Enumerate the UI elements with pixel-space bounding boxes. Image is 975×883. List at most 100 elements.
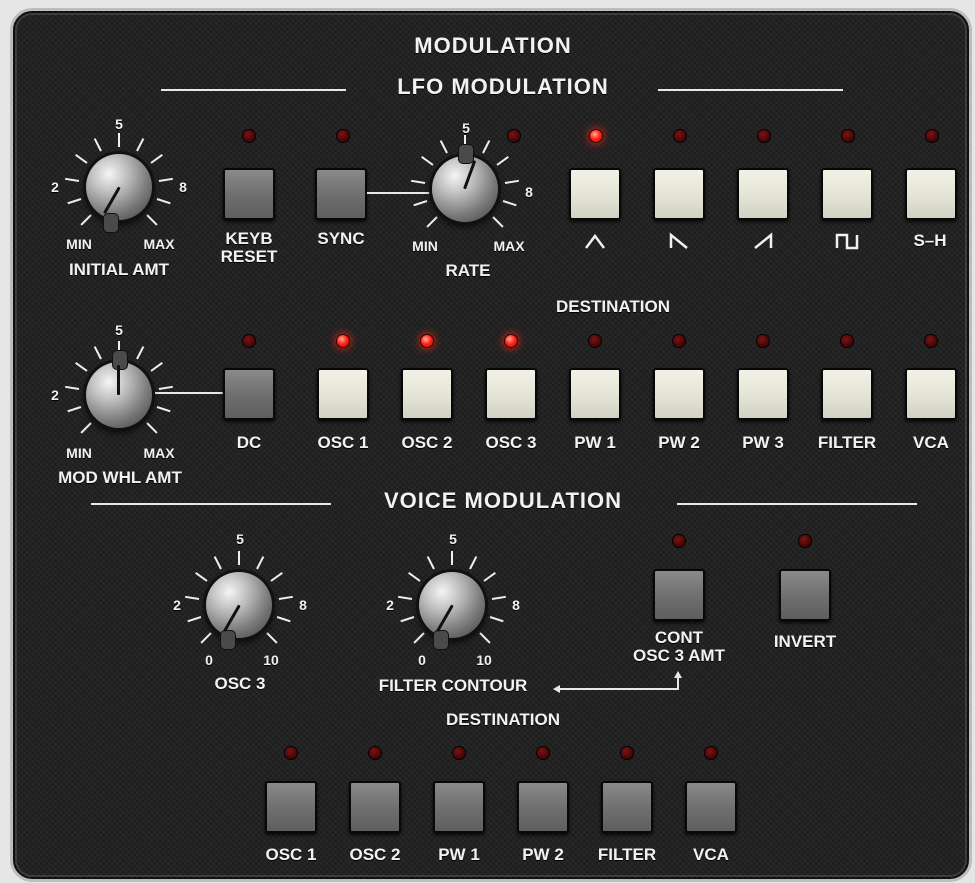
lfo-dest-filter-led xyxy=(841,335,853,347)
sh-label: S–H xyxy=(913,231,947,250)
cont-osc3-amt-button[interactable] xyxy=(653,569,705,621)
osc3-tick-mark xyxy=(200,632,212,644)
mod-whl-min: MIN xyxy=(66,445,92,461)
filter-contour-tick-mark xyxy=(483,572,497,583)
lfo-header-line-left xyxy=(161,89,346,91)
initial-amt-tick-mark xyxy=(156,198,171,205)
lfo-destination-label: DESTINATION xyxy=(556,297,670,316)
mod-whl-amt-tick-mark xyxy=(74,362,88,373)
mod-whl-amt-knob[interactable] xyxy=(86,350,152,428)
voice-header-line-left xyxy=(91,503,331,505)
filter-contour-knob-indicator xyxy=(436,604,454,632)
voice-dest-filter-button[interactable] xyxy=(601,781,653,833)
voice-dest-pw-1-label: PW 1 xyxy=(438,845,480,864)
initial-amt-tick-mark xyxy=(65,177,80,182)
osc3-tick-mark xyxy=(278,595,293,600)
lfo-dest-pw-3-button[interactable] xyxy=(737,368,789,420)
osc3-tick-0: 0 xyxy=(205,652,213,668)
filter-contour-tick-mark xyxy=(479,632,491,644)
lfo-dest-vca-button[interactable] xyxy=(905,368,957,420)
rate-knob-indicator xyxy=(463,160,477,190)
lfo-dest-pw-2-button[interactable] xyxy=(653,368,705,420)
voice-dest-pw-1-led xyxy=(453,747,465,759)
osc3-tick-mark xyxy=(276,616,291,623)
waveform-saw-up-button[interactable] xyxy=(737,168,789,220)
invert-label: INVERT xyxy=(773,632,837,651)
waveform-saw-down-led xyxy=(674,130,686,142)
filter-contour-tick-mark xyxy=(400,616,415,623)
mod-whl-max: MAX xyxy=(143,445,175,461)
voice-dest-osc-1-button[interactable] xyxy=(265,781,317,833)
lfo-header: LFO MODULATION xyxy=(397,74,609,99)
initial-amt-tick-mark xyxy=(118,133,120,147)
initial-amt-tick-2: 2 xyxy=(51,179,59,195)
lfo-dest-filter-button[interactable] xyxy=(821,368,873,420)
initial-amt-tick-mark xyxy=(158,177,173,182)
sync-button[interactable] xyxy=(315,168,367,220)
lfo-dest-pw-1-button[interactable] xyxy=(569,368,621,420)
voice-header-line-right xyxy=(677,503,917,505)
initial-amt-tick-mark xyxy=(146,214,158,226)
initial-amt-tick-8: 8 xyxy=(179,179,187,195)
keyb-reset-button[interactable] xyxy=(223,168,275,220)
mod-whl-amt-tick-mark xyxy=(67,406,82,413)
waveform-triangle-button[interactable] xyxy=(569,168,621,220)
initial-amt-tick-mark xyxy=(136,138,145,152)
voice-dest-filter-led xyxy=(621,747,633,759)
saw-down-wave-icon xyxy=(669,232,688,249)
osc3-knob-label: OSC 3 xyxy=(214,674,266,693)
filter-contour-tick-mark xyxy=(407,572,421,583)
voice-dest-pw-2-button[interactable] xyxy=(517,781,569,833)
dc-button[interactable] xyxy=(223,368,275,420)
cont-osc3-amt-label: CONT OSC 3 AMT xyxy=(633,628,725,665)
voice-dest-osc-2-button[interactable] xyxy=(349,781,401,833)
filter-contour-tick-5: 5 xyxy=(449,531,457,547)
mod-whl-amt-tick-mark xyxy=(80,422,92,434)
waveform-square-button[interactable] xyxy=(821,168,873,220)
lfo-dest-osc-2-label: OSC 2 xyxy=(401,433,453,452)
lfo-dest-osc-3-button[interactable] xyxy=(485,368,537,420)
mod-whl-amt-tick-mark xyxy=(146,422,158,434)
osc3-tick-mark xyxy=(256,556,265,570)
filter-contour-tick-mark xyxy=(491,595,506,600)
triangle-wave-icon xyxy=(585,233,605,249)
mod-whl-amt-tick-mark xyxy=(136,346,145,360)
voice-dest-osc-1-label: OSC 1 xyxy=(265,845,317,864)
invert-button[interactable] xyxy=(779,569,831,621)
lfo-dest-osc-1-button[interactable] xyxy=(317,368,369,420)
filter-contour-knob[interactable] xyxy=(419,572,485,650)
initial-amt-label: INITIAL AMT xyxy=(68,260,170,279)
lfo-dest-osc-3-label: OSC 3 xyxy=(485,433,537,452)
initial-amt-knob-indicator xyxy=(103,186,121,214)
voice-dest-pw-1-button[interactable] xyxy=(433,781,485,833)
voice-dest-vca-button[interactable] xyxy=(685,781,737,833)
waveform-saw-up-led xyxy=(758,130,770,142)
rate-knob[interactable] xyxy=(432,144,498,222)
voice-dest-pw-2-led xyxy=(537,747,549,759)
osc3-knob[interactable] xyxy=(206,572,272,650)
initial-amt-knob[interactable] xyxy=(86,154,152,233)
rate-tick-mark xyxy=(504,179,519,184)
initial-amt-tick-mark xyxy=(74,154,88,165)
rate-tick-mark xyxy=(502,200,517,207)
mod-whl-amt-knob-tab xyxy=(112,350,128,370)
filter-contour-tick-2: 2 xyxy=(386,597,394,613)
saw-up-wave-icon xyxy=(754,232,773,249)
waveform-triangle-led xyxy=(590,130,602,142)
osc3-tick-mark xyxy=(270,572,284,583)
lfo-dest-osc-1-label: OSC 1 xyxy=(317,433,369,452)
voice-dest-osc-2-label: OSC 2 xyxy=(349,845,401,864)
mod-whl-amt-tick-mark xyxy=(156,406,171,413)
lfo-dest-pw-1-label: PW 1 xyxy=(574,433,616,452)
modulation-panel: MODULATION LFO MODULATION 5 2 8 MIN MAX … xyxy=(10,8,972,882)
waveform-saw-down-button[interactable] xyxy=(653,168,705,220)
mod-whl-amt-tick-mark xyxy=(150,362,164,373)
lfo-dest-pw-3-label: PW 3 xyxy=(742,433,784,452)
lfo-dest-osc-2-button[interactable] xyxy=(401,368,453,420)
rate-tick-mark xyxy=(482,140,491,154)
initial-amt-tick-mark xyxy=(80,214,92,226)
osc3-tick-mark xyxy=(187,616,202,623)
osc3-tick-mark xyxy=(213,556,222,570)
waveform-sh-button[interactable] xyxy=(905,168,957,220)
osc3-tick-mark xyxy=(266,632,278,644)
